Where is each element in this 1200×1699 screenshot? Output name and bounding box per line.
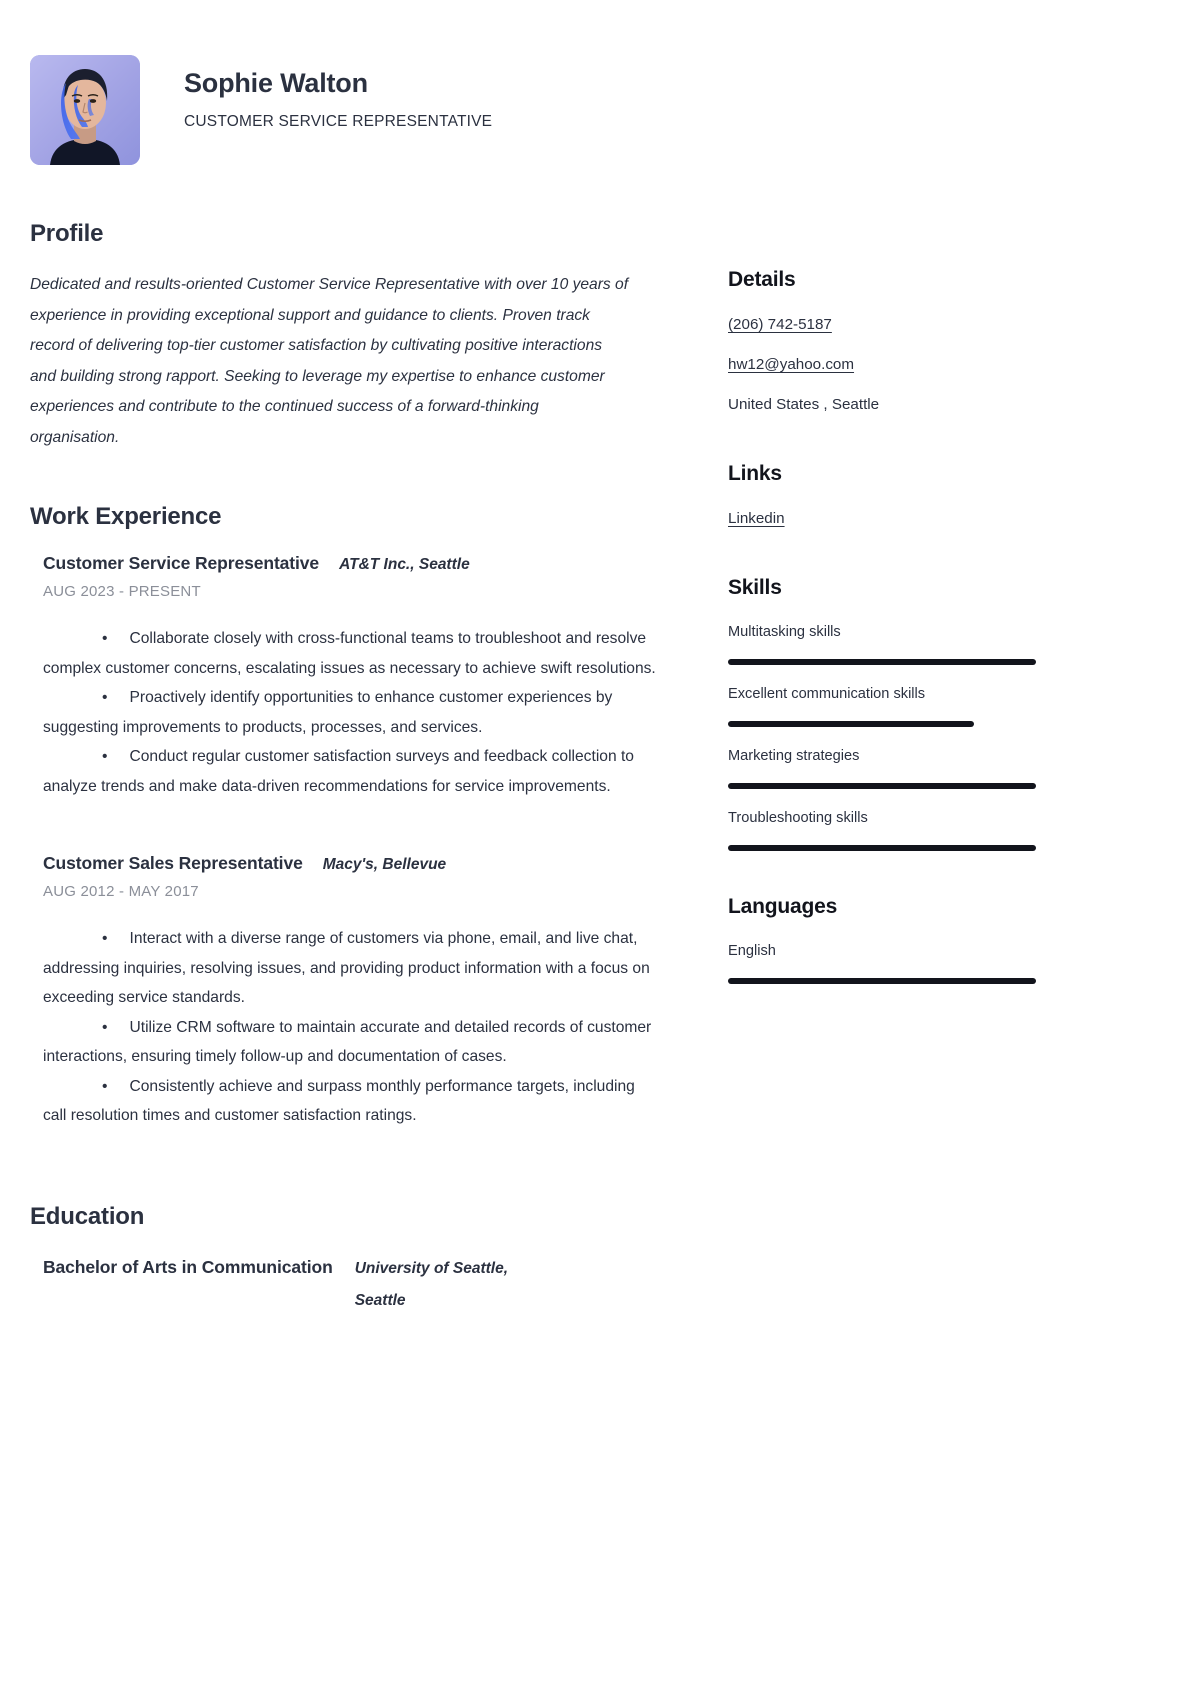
languages-heading: Languages <box>728 895 838 918</box>
profile-heading: Profile <box>30 220 104 247</box>
skill-progress-fill <box>728 721 975 727</box>
skill-label: Multitasking skills <box>728 624 841 640</box>
bullet-text: Conduct regular customer satisfaction su… <box>43 748 634 795</box>
email-row: hw12@yahoo.com <box>728 354 1060 376</box>
details-heading: Details <box>728 268 796 291</box>
job-header: Customer Service Representative AT&T Inc… <box>43 553 660 574</box>
profile-section: Profile Dedicated and results-oriented C… <box>30 220 660 453</box>
job-entry: Customer Sales Representative Macy's, Be… <box>30 853 660 1131</box>
header-text: Sophie Walton CUSTOMER SERVICE REPRESENT… <box>140 55 492 131</box>
job-role: Customer Sales Representative <box>43 853 303 873</box>
language-label: English <box>728 943 776 959</box>
details-section: Details (206) 742-5187 hw12@yahoo.com Un… <box>728 268 1060 416</box>
language-row: English <box>728 941 1060 984</box>
job-bullet-list: Interact with a diverse range of custome… <box>43 924 660 1131</box>
bullet-text: Utilize CRM software to maintain accurat… <box>43 1018 652 1066</box>
list-item: Conduct regular customer satisfaction su… <box>43 742 660 801</box>
skill-progress-bar <box>728 845 1036 851</box>
skill-row: Excellent communication skills <box>728 684 1060 727</box>
link-row: Linkedin <box>728 508 1060 530</box>
portrait-photo-icon <box>30 55 140 165</box>
education-header: Bachelor of Arts in Communication Univer… <box>43 1253 643 1317</box>
list-item: Interact with a diverse range of custome… <box>43 924 660 1013</box>
skill-progress-bar <box>728 721 1036 727</box>
links-heading: Links <box>728 462 782 485</box>
location-row: United States , Seattle <box>728 396 880 413</box>
page-title: Sophie Walton <box>184 68 368 98</box>
skill-row: Multitasking skills <box>728 622 1060 665</box>
skill-progress-fill <box>728 845 1036 851</box>
links-section: Links Linkedin <box>728 462 1060 530</box>
work-experience-section: Work Experience Customer Service Represe… <box>30 503 660 1131</box>
skill-label: Troubleshooting skills <box>728 810 868 826</box>
bullet-text: Interact with a diverse range of custome… <box>43 930 650 1006</box>
skills-section: Skills Multitasking skills Excellent com… <box>728 576 1060 851</box>
education-school: University of Seattle, Seattle <box>354 1259 509 1309</box>
skill-label: Excellent communication skills <box>728 686 926 702</box>
job-company: AT&T Inc., Seattle <box>339 556 470 573</box>
job-bullet-list: Collaborate closely with cross-functiona… <box>43 624 660 801</box>
skill-label: Marketing strategies <box>728 748 860 764</box>
job-company: Macy's, Bellevue <box>322 856 447 873</box>
education-entry: Bachelor of Arts in Communication Univer… <box>30 1253 660 1317</box>
job-header: Customer Sales Representative Macy's, Be… <box>43 853 660 874</box>
resume-page: Sophie Walton CUSTOMER SERVICE REPRESENT… <box>0 0 1200 1699</box>
main-column: Profile Dedicated and results-oriented C… <box>0 165 660 1317</box>
phone-link[interactable]: (206) 742-5187 <box>728 316 832 333</box>
list-item: Consistently achieve and surpass monthly… <box>43 1072 660 1131</box>
skill-progress-fill <box>728 783 1036 789</box>
skill-progress-bar <box>728 659 1036 665</box>
bullet-text: Collaborate closely with cross-functiona… <box>43 630 656 677</box>
linkedin-link[interactable]: Linkedin <box>728 510 785 527</box>
skill-progress-bar <box>728 783 1036 789</box>
avatar <box>30 55 140 165</box>
language-progress-bar <box>728 978 1036 984</box>
list-item: Utilize CRM software to maintain accurat… <box>43 1013 660 1072</box>
resume-header: Sophie Walton CUSTOMER SERVICE REPRESENT… <box>0 0 1200 165</box>
education-section: Education Bachelor of Arts in Communicat… <box>30 1203 660 1317</box>
list-item: Proactively identify opportunities to en… <box>43 683 660 742</box>
job-role: Customer Service Representative <box>43 553 320 573</box>
header-subtitle: CUSTOMER SERVICE REPRESENTATIVE <box>184 113 493 131</box>
bullet-text: Consistently achieve and surpass monthly… <box>43 1077 635 1125</box>
education-heading: Education <box>30 1202 145 1230</box>
skill-row: Troubleshooting skills <box>728 808 1060 851</box>
sidebar-column: Details (206) 742-5187 hw12@yahoo.com Un… <box>660 165 1060 1030</box>
education-degree: Bachelor of Arts in Communication <box>43 1256 333 1277</box>
job-dates: AUG 2012 - MAY 2017 <box>43 883 199 900</box>
language-progress-fill <box>728 978 1036 984</box>
skill-row: Marketing strategies <box>728 746 1060 789</box>
work-experience-heading: Work Experience <box>30 503 222 530</box>
list-item: Collaborate closely with cross-functiona… <box>43 624 660 683</box>
bullet-text: Proactively identify opportunities to en… <box>43 689 613 736</box>
resume-body: Profile Dedicated and results-oriented C… <box>0 165 1200 1317</box>
job-dates: AUG 2023 - PRESENT <box>43 583 201 600</box>
profile-text: Dedicated and results-oriented Customer … <box>30 276 629 446</box>
job-entry: Customer Service Representative AT&T Inc… <box>30 553 660 801</box>
languages-section: Languages English <box>728 895 1060 984</box>
phone-row: (206) 742-5187 <box>728 314 1060 336</box>
skill-progress-fill <box>728 659 1036 665</box>
email-link[interactable]: hw12@yahoo.com <box>728 356 854 373</box>
skills-heading: Skills <box>728 576 782 599</box>
